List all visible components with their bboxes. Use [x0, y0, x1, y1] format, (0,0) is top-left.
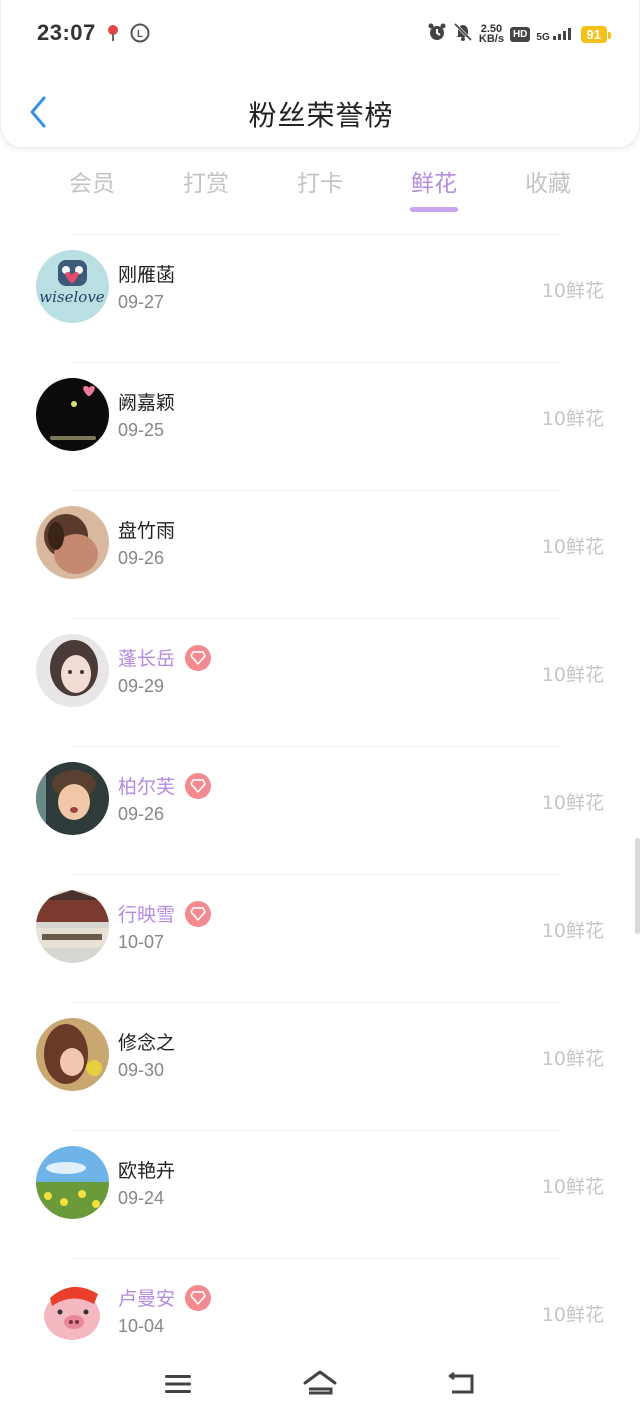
list-item[interactable]: 盘竹雨 09-26 10鲜花: [0, 490, 640, 618]
list-item[interactable]: 柏尔芙 09-26 10鲜花: [0, 746, 640, 874]
fan-date: 09-25: [118, 420, 165, 440]
signal-bars-icon: [552, 28, 571, 40]
divider: [72, 490, 560, 491]
scrollbar[interactable]: [635, 838, 640, 934]
back-icon: [448, 1371, 474, 1394]
page-title: 粉丝荣誉榜: [248, 99, 394, 132]
list-item[interactable]: wiselove 刚雁菡 09-27 10鲜花: [0, 234, 640, 362]
fan-name: 阙嘉颖: [118, 392, 176, 414]
network-speed: 2.50 KB/s: [478, 24, 504, 45]
diamond-icon: [190, 906, 206, 921]
divider: [72, 1002, 560, 1003]
svg-text:L: L: [137, 29, 143, 40]
mute-icon: [453, 22, 473, 46]
location-icon: [105, 23, 121, 47]
signal-indicator: 5G: [536, 26, 574, 43]
tab-label: 打赏: [183, 171, 229, 197]
flower-amount: 10鲜花: [541, 280, 604, 302]
vip-badge: [185, 1284, 212, 1311]
speed-unit: KB/s: [478, 33, 504, 45]
list-item[interactable]: 阙嘉颖 09-25 10鲜花: [0, 362, 640, 490]
battery-indicator: 91: [580, 25, 612, 43]
avatar[interactable]: [36, 1146, 109, 1219]
tab-label: 收藏: [525, 171, 571, 197]
fan-date: 10-07: [118, 932, 165, 952]
fan-name: 蓬长岳: [118, 648, 176, 670]
divider: [72, 1130, 560, 1131]
fan-date: 10-04: [118, 1316, 165, 1336]
flower-amount: 10鲜花: [541, 536, 604, 558]
flower-amount: 10鲜花: [541, 664, 604, 686]
tab-flowers[interactable]: 鲜花: [377, 164, 491, 214]
fan-name: 卢曼安: [118, 1288, 176, 1310]
fan-date: 09-29: [118, 676, 165, 696]
fan-date: 09-26: [118, 548, 165, 568]
avatar[interactable]: [36, 634, 109, 707]
fan-date: 09-30: [118, 1060, 165, 1080]
app-notification-icon: L: [129, 22, 151, 48]
diamond-icon: [190, 778, 206, 793]
tab-label: 会员: [69, 171, 115, 197]
vip-badge: [185, 772, 212, 799]
fan-name: 柏尔芙: [118, 776, 176, 798]
flower-amount: 10鲜花: [541, 408, 604, 430]
divider: [72, 234, 560, 235]
divider: [72, 618, 560, 619]
hd-badge: HD: [509, 26, 531, 42]
status-time: 23:07: [37, 20, 96, 45]
avatar[interactable]: wiselove: [36, 250, 109, 323]
flower-amount: 10鲜花: [541, 920, 604, 942]
list-item[interactable]: 蓬长岳 09-29 10鲜花: [0, 618, 640, 746]
fan-list: wiselove 刚雁菡 09-27 10鲜花 阙嘉颖 09-25 10鲜花 盘…: [0, 234, 640, 1386]
alarm-icon: [427, 22, 447, 46]
tab-checkin[interactable]: 打卡: [263, 164, 377, 214]
tab-label: 打卡: [297, 171, 343, 197]
list-item[interactable]: 修念之 09-30 10鲜花: [0, 1002, 640, 1130]
divider: [72, 874, 560, 875]
system-nav-bar: [0, 1356, 640, 1422]
header: 23:07 L 2.50 KB/s HD 5G 91 粉丝荣誉榜: [0, 0, 640, 148]
back-nav-button[interactable]: [437, 1364, 487, 1404]
divider: [72, 1258, 560, 1259]
divider: [72, 746, 560, 747]
list-item[interactable]: 欧艳卉 09-24 10鲜花: [0, 1130, 640, 1258]
flower-amount: 10鲜花: [541, 1048, 604, 1070]
flower-amount: 10鲜花: [541, 1176, 604, 1198]
network-type: 5G: [536, 32, 550, 43]
tab-label: 鲜花: [411, 171, 457, 197]
tab-reward[interactable]: 打赏: [149, 164, 263, 214]
avatar[interactable]: [36, 506, 109, 579]
vip-badge: [185, 900, 212, 927]
flower-amount: 10鲜花: [541, 1304, 604, 1326]
avatar[interactable]: [36, 1274, 109, 1347]
fan-name: 盘竹雨: [118, 520, 176, 542]
fan-name: 修念之: [118, 1032, 176, 1054]
vip-badge: [185, 644, 212, 671]
fan-name: 行映雪: [118, 904, 176, 926]
fan-date: 09-27: [118, 292, 165, 312]
avatar[interactable]: [36, 1018, 109, 1091]
home-icon: [303, 1370, 337, 1395]
avatar[interactable]: [36, 890, 109, 963]
home-button[interactable]: [295, 1364, 345, 1404]
flower-amount: 10鲜花: [541, 792, 604, 814]
avatar[interactable]: [36, 762, 109, 835]
menu-button[interactable]: [153, 1364, 203, 1404]
tab-favorites[interactable]: 收藏: [491, 164, 605, 214]
tab-bar: 会员 打赏 打卡 鲜花 收藏: [0, 164, 640, 220]
fan-name: 欧艳卉: [118, 1160, 176, 1182]
active-tab-indicator: [410, 207, 458, 212]
diamond-icon: [190, 650, 206, 665]
fan-date: 09-26: [118, 804, 165, 824]
fan-date: 09-24: [118, 1188, 165, 1208]
avatar[interactable]: [36, 378, 109, 451]
menu-icon: [165, 1375, 191, 1393]
divider: [72, 362, 560, 363]
status-bar: 23:07 L 2.50 KB/s HD 5G 91: [1, 0, 640, 66]
diamond-icon: [190, 1290, 206, 1305]
tab-member[interactable]: 会员: [35, 164, 149, 214]
list-item[interactable]: 行映雪 10-07 10鲜花: [0, 874, 640, 1002]
avatar-text: wiselove: [39, 288, 105, 306]
fan-name: 刚雁菡: [118, 264, 176, 286]
